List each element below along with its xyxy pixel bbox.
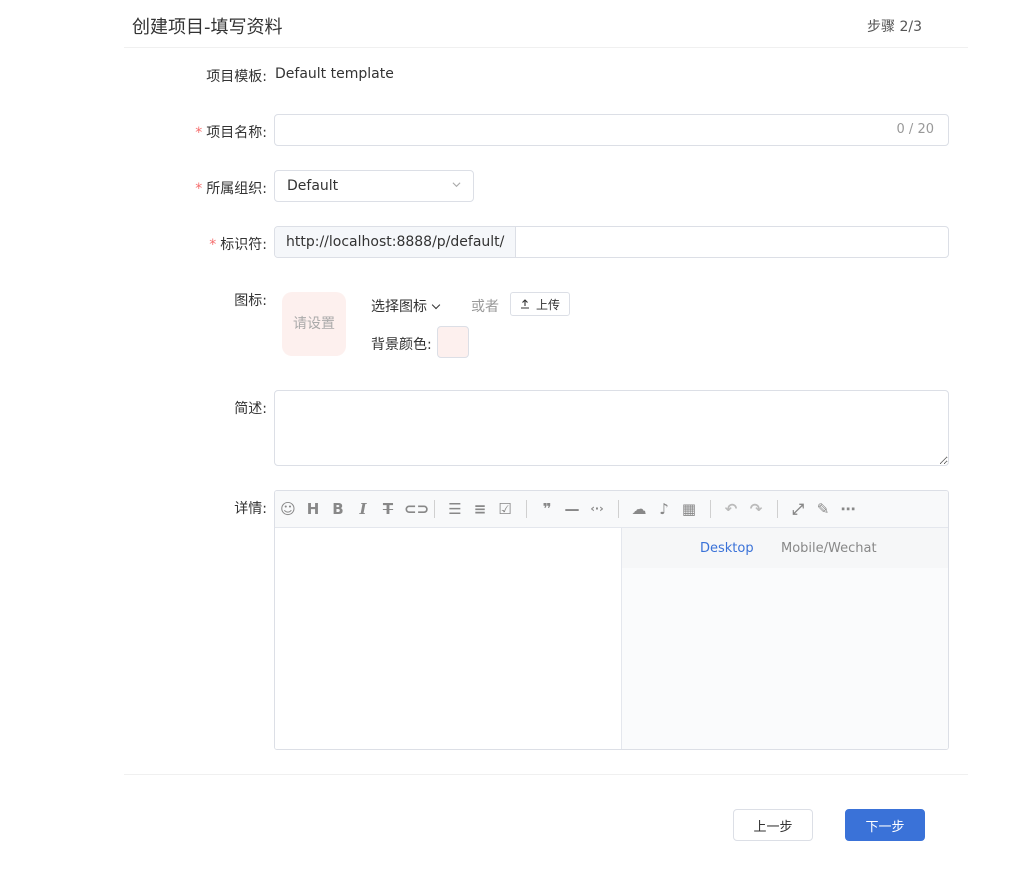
checklist-icon[interactable]: ☑ — [496, 500, 514, 518]
editor-input-pane[interactable] — [275, 528, 622, 749]
fullscreen-icon[interactable]: ⤢ — [789, 500, 807, 518]
toolbar-divider — [710, 500, 711, 518]
markdown-editor: ☺ H B I T ⊂⊃ ☰ ≡ ☑ ❞ — ‹·› ☁ ♪ ▦ ↶ ↷ ⤢ ✎… — [274, 490, 949, 750]
emoji-icon[interactable]: ☺ — [279, 500, 297, 518]
microphone-icon[interactable]: ♪ — [655, 500, 673, 518]
project-name-input[interactable]: 0 / 20 — [274, 114, 949, 146]
choose-icon-dropdown[interactable]: 选择图标 — [371, 296, 441, 316]
step-indicator: 步骤 2/3 — [867, 19, 922, 35]
page-title: 创建项目-填写资料 — [132, 17, 283, 38]
redo-icon[interactable]: ↷ — [747, 500, 765, 518]
identifier-prefix: http://localhost:8888/p/default/ — [275, 227, 517, 257]
details-label: 详情: — [234, 501, 267, 517]
organization-value: Default — [287, 178, 339, 194]
chevron-down-icon — [452, 182, 461, 188]
link-icon[interactable]: ⊂⊃ — [404, 500, 429, 518]
icon-preview[interactable]: 请设置 — [282, 292, 346, 356]
identifier-input[interactable]: http://localhost:8888/p/default/ — [274, 226, 949, 258]
undo-icon[interactable]: ↶ — [722, 500, 740, 518]
heading-icon[interactable]: H — [304, 500, 322, 518]
name-label: * 项目名称: — [195, 125, 267, 141]
page-header: 创建项目-填写资料 步骤 2/3 — [124, 0, 968, 48]
footer-divider — [124, 774, 968, 775]
bold-icon[interactable]: B — [329, 500, 347, 518]
template-label: 项目模板: — [206, 69, 267, 85]
unordered-list-icon[interactable]: ☰ — [446, 500, 464, 518]
editor-preview-pane: Desktop Mobile/Wechat — [622, 528, 948, 749]
prev-step-button[interactable]: 上一步 — [733, 809, 813, 841]
or-text: 或者 — [471, 299, 499, 315]
next-step-button[interactable]: 下一步 — [845, 809, 925, 841]
toolbar-divider — [526, 500, 527, 518]
identifier-label: * 标识符: — [209, 237, 267, 253]
required-mark: * — [195, 125, 203, 141]
quote-icon[interactable]: ❞ — [538, 500, 556, 518]
upload-button[interactable]: 上传 — [510, 292, 570, 316]
toolbar-divider — [434, 500, 435, 518]
code-icon[interactable]: ‹·› — [588, 500, 606, 518]
chevron-down-icon — [431, 300, 441, 310]
toolbar-divider — [777, 500, 778, 518]
edit-icon[interactable]: ✎ — [814, 500, 832, 518]
strikethrough-icon[interactable]: T — [379, 500, 397, 518]
required-mark: * — [209, 237, 217, 253]
horizontal-rule-icon[interactable]: — — [563, 500, 581, 518]
description-textarea[interactable] — [274, 390, 949, 466]
char-counter: 0 / 20 — [896, 122, 934, 137]
organization-select[interactable]: Default — [274, 170, 474, 202]
description-field[interactable] — [275, 391, 948, 465]
preview-tabs: Desktop Mobile/Wechat — [622, 528, 948, 568]
italic-icon[interactable]: I — [354, 500, 372, 518]
tab-desktop[interactable]: Desktop — [700, 541, 754, 556]
table-icon[interactable]: ▦ — [680, 500, 698, 518]
editor-toolbar: ☺ H B I T ⊂⊃ ☰ ≡ ☑ ❞ — ‹·› ☁ ♪ ▦ ↶ ↷ ⤢ ✎… — [275, 491, 948, 528]
organization-label: * 所属组织: — [195, 181, 267, 197]
ordered-list-icon[interactable]: ≡ — [471, 500, 489, 518]
required-mark: * — [195, 181, 203, 197]
more-icon[interactable]: ⋯ — [839, 500, 857, 518]
upload-icon — [520, 299, 529, 309]
bg-color-picker[interactable] — [437, 326, 469, 358]
template-value: Default template — [275, 66, 394, 82]
description-label: 简述: — [234, 401, 267, 417]
upload-cloud-icon[interactable]: ☁ — [630, 500, 648, 518]
toolbar-divider — [618, 500, 619, 518]
bg-color-label: 背景颜色: — [371, 337, 432, 353]
icon-label: 图标: — [234, 293, 267, 309]
tab-mobile-wechat[interactable]: Mobile/Wechat — [781, 541, 877, 556]
